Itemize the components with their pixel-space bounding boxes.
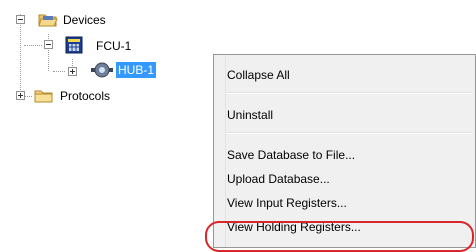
menu-item-view-input-registers[interactable]: View Input Registers... [227, 192, 347, 214]
tree-connector [24, 45, 42, 46]
menu-item-collapse-all[interactable]: Collapse All [227, 64, 290, 86]
protocols-expand-toggle[interactable] [16, 91, 25, 100]
devices-collapse-toggle[interactable] [16, 15, 25, 24]
tree-connector [24, 96, 32, 97]
tree-connector [20, 14, 21, 96]
folder-icon [34, 88, 54, 107]
menu-item-upload-database[interactable]: Upload Database... [227, 168, 330, 190]
menu-item-view-holding-registers[interactable]: View Holding Registers... [227, 216, 361, 238]
hub-expand-toggle[interactable] [68, 67, 77, 76]
fcu-collapse-toggle[interactable] [44, 40, 53, 49]
menu-item-uninstall[interactable]: Uninstall [227, 104, 273, 126]
fcu-device-icon [64, 36, 84, 57]
menu-gutter [214, 55, 226, 247]
open-folder-icon [38, 12, 58, 31]
tree-node-fcu-1[interactable]: FCU-1 [96, 38, 131, 54]
context-menu: Collapse All Uninstall Save Database to … [213, 54, 476, 248]
tree-connector [53, 71, 65, 72]
hub-device-icon [90, 61, 114, 82]
menu-separator [227, 92, 473, 94]
tree-node-hub-1[interactable]: HUB-1 [116, 62, 157, 78]
tree-node-protocols[interactable]: Protocols [60, 88, 110, 104]
menu-item-save-database-to-file[interactable]: Save Database to File... [227, 144, 355, 166]
tree-node-devices[interactable]: Devices [63, 12, 106, 28]
menu-separator [227, 132, 473, 134]
